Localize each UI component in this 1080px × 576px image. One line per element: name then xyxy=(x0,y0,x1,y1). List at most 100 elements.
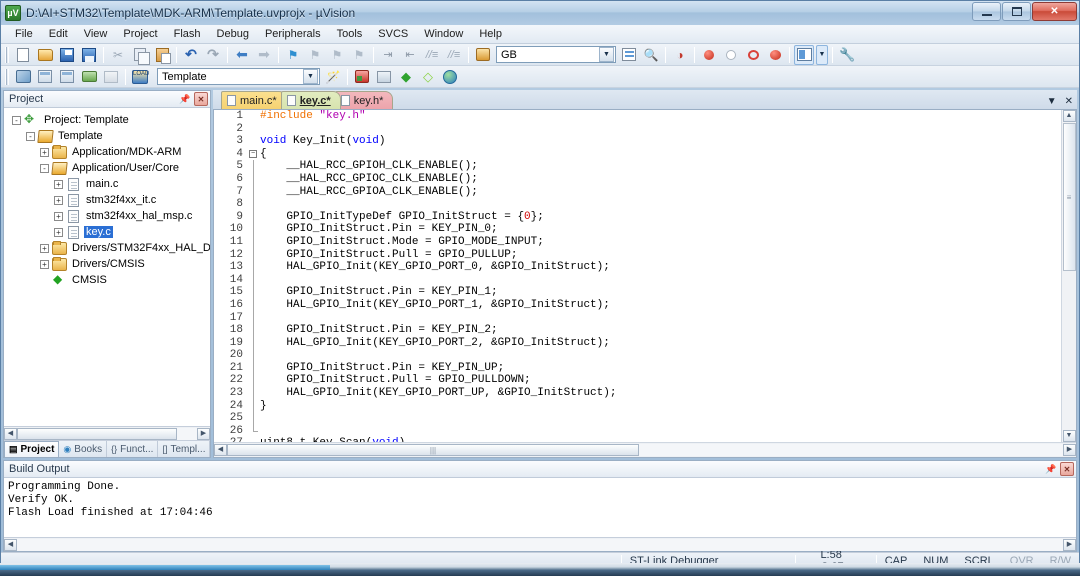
tree-item-stm32f4xx-it-c[interactable]: + stm32f4xx_it.c xyxy=(4,192,210,208)
tab-project[interactable]: ▤ Project xyxy=(4,441,60,457)
undo-icon[interactable]: ↶ xyxy=(181,45,201,65)
minimize-button[interactable] xyxy=(972,2,1001,21)
menu-view[interactable]: View xyxy=(76,26,116,42)
editor-tab-main-c[interactable]: main.c* xyxy=(221,91,287,109)
code-line[interactable]: 1 #include "key.h" xyxy=(214,110,1061,123)
tab-templates[interactable]: [] Templ... xyxy=(158,441,211,457)
code-line[interactable]: 24} xyxy=(214,399,1061,413)
chevron-down-icon[interactable]: ▼ xyxy=(599,47,614,62)
copy-icon[interactable] xyxy=(130,45,150,65)
disable-all-breakpoints-icon[interactable] xyxy=(743,45,763,65)
scroll-track[interactable]: ||| xyxy=(227,444,1063,456)
code-line[interactable]: 15 GPIO_InitStruct.Pin = KEY_PIN_1; xyxy=(214,286,1061,299)
toggle-bookmark-icon[interactable]: ⚑ xyxy=(283,45,303,65)
menu-debug[interactable]: Debug xyxy=(209,26,257,42)
incremental-find-icon[interactable]: 🔍 xyxy=(641,45,661,65)
manage-project-items-icon[interactable] xyxy=(352,67,372,87)
project-tree[interactable]: -Project: Template-Template+Application/… xyxy=(4,108,210,426)
redo-icon[interactable]: ↷ xyxy=(203,45,223,65)
expand-icon[interactable]: + xyxy=(40,147,49,157)
code-line[interactable]: 25 xyxy=(214,412,1061,425)
code-line[interactable]: 19 HAL_GPIO_Init(KEY_GPIO_PORT_2, &GPIO_… xyxy=(214,336,1061,350)
maximize-button[interactable] xyxy=(1002,2,1031,21)
target-value[interactable]: Template xyxy=(162,71,302,83)
build-output-hscrollbar[interactable]: ◀ ▶ xyxy=(4,537,1076,551)
scroll-up-arrow[interactable]: ▲ xyxy=(1062,110,1076,122)
tree-item-application-mdk-arm[interactable]: + Application/MDK-ARM xyxy=(4,144,210,160)
configuration-wizard-icon[interactable]: 🔧 xyxy=(837,45,857,65)
previous-bookmark-icon[interactable]: ⚑ xyxy=(327,45,347,65)
find-input[interactable]: GB xyxy=(501,49,598,61)
expand-icon[interactable]: + xyxy=(54,195,63,205)
code-line[interactable]: 2 xyxy=(214,122,1061,136)
chevron-down-icon[interactable]: ▼ xyxy=(1047,96,1057,107)
scroll-down-arrow[interactable]: ▼ xyxy=(1062,430,1076,442)
menu-window[interactable]: Window xyxy=(416,26,471,42)
software-packs-icon[interactable] xyxy=(440,67,460,87)
quick-find-icon[interactable]: ◑ xyxy=(670,45,690,65)
close-button[interactable]: ✕ xyxy=(1032,2,1077,21)
build-output-text[interactable]: Programming Done. Verify OK. Flash Load fi… xyxy=(4,478,1076,537)
tree-item-main-c[interactable]: + main.c xyxy=(4,176,210,192)
menu-help[interactable]: Help xyxy=(471,26,510,42)
code-vscrollbar[interactable]: ▲ ≡ ▼ xyxy=(1061,110,1076,442)
comment-icon[interactable]: //≡ xyxy=(422,45,442,65)
navigate-forward-icon[interactable]: ➡ xyxy=(254,45,274,65)
find-in-files-icon[interactable] xyxy=(619,45,639,65)
tree-item-drivers-cmsis[interactable]: + Drivers/CMSIS xyxy=(4,256,210,272)
tree-item-key-c[interactable]: + key.c xyxy=(4,224,210,240)
kill-all-breakpoints-icon[interactable] xyxy=(765,45,785,65)
code-line[interactable]: 11 GPIO_InitStruct.Mode = GPIO_MODE_INPU… xyxy=(214,235,1061,249)
code-line[interactable]: 9 GPIO_InitTypeDef GPIO_InitStruct = {0}… xyxy=(214,210,1061,224)
next-bookmark-icon[interactable]: ⚑ xyxy=(305,45,325,65)
code-line[interactable]: 21 GPIO_InitStruct.Pin = KEY_PIN_UP; xyxy=(214,361,1061,375)
navigate-back-icon[interactable]: ⬅ xyxy=(232,45,252,65)
code-line[interactable]: 3 void Key_Init(void) xyxy=(214,135,1061,148)
menu-peripherals[interactable]: Peripherals xyxy=(257,26,329,42)
clear-bookmarks-icon[interactable]: ⚑ xyxy=(349,45,369,65)
stop-build-icon[interactable] xyxy=(101,67,121,87)
target-options-icon[interactable]: 🪄 xyxy=(323,67,343,87)
code-line[interactable]: 13 HAL_GPIO_Init(KEY_GPIO_PORT_0, &GPIO_… xyxy=(214,261,1061,274)
code-line[interactable]: 12 GPIO_InitStruct.Pull = GPIO_PULLUP; xyxy=(214,248,1061,262)
tree-item-application-user-core[interactable]: - Application/User/Core xyxy=(4,160,210,176)
close-icon[interactable]: ✕ xyxy=(1060,462,1074,476)
code-line[interactable]: 5 __HAL_RCC_GPIOH_CLK_ENABLE(); xyxy=(214,160,1061,173)
expand-icon[interactable]: + xyxy=(54,211,63,221)
code-line[interactable]: 23 HAL_GPIO_Init(KEY_GPIO_PORT_UP, &GPIO… xyxy=(214,387,1061,400)
rebuild-icon[interactable] xyxy=(57,67,77,87)
build-icon[interactable] xyxy=(35,67,55,87)
scroll-thumb[interactable] xyxy=(17,427,177,440)
toolbar-grip[interactable] xyxy=(5,68,9,85)
menu-file[interactable]: File xyxy=(7,26,41,42)
manage-windows-icon[interactable] xyxy=(794,44,814,65)
expand-icon[interactable]: + xyxy=(54,227,63,237)
code-line[interactable]: 18 GPIO_InitStruct.Pin = KEY_PIN_2; xyxy=(214,324,1061,337)
manage-multi-project-icon[interactable] xyxy=(374,67,394,87)
scroll-left-arrow[interactable]: ◀ xyxy=(4,538,17,551)
scroll-right-arrow[interactable]: ▶ xyxy=(197,427,210,440)
translate-icon[interactable] xyxy=(13,67,33,87)
menu-project[interactable]: Project xyxy=(115,26,165,42)
code-line[interactable]: 10 GPIO_InitStruct.Pin = KEY_PIN_0; xyxy=(214,223,1061,236)
fold-toggle-icon[interactable]: − xyxy=(248,148,260,161)
download-icon[interactable]: LOAD xyxy=(130,67,150,87)
collapse-icon[interactable]: - xyxy=(40,163,49,173)
target-combo[interactable]: Template ▼ xyxy=(157,68,320,85)
expand-icon[interactable]: + xyxy=(40,243,49,253)
manage-run-time-env-icon[interactable]: ◇ xyxy=(418,67,438,87)
menu-tools[interactable]: Tools xyxy=(329,26,371,42)
code-line[interactable]: 26 xyxy=(214,424,1061,438)
editor-tab-key-h[interactable]: key.h* xyxy=(334,91,394,109)
code-line[interactable]: 8 xyxy=(214,198,1061,211)
code-line[interactable]: 4−{ xyxy=(214,147,1061,161)
toolbar-grip[interactable] xyxy=(5,46,9,63)
pin-icon[interactable]: 📌 xyxy=(178,92,192,106)
menu-svcs[interactable]: SVCS xyxy=(370,26,416,42)
open-file-icon[interactable] xyxy=(35,45,55,65)
scroll-track[interactable] xyxy=(17,538,1063,551)
new-file-icon[interactable] xyxy=(13,45,33,65)
close-icon[interactable]: ✕ xyxy=(1065,96,1073,107)
project-tree-hscrollbar[interactable]: ◀ ▶ xyxy=(4,426,210,440)
expand-icon[interactable]: + xyxy=(40,259,49,269)
